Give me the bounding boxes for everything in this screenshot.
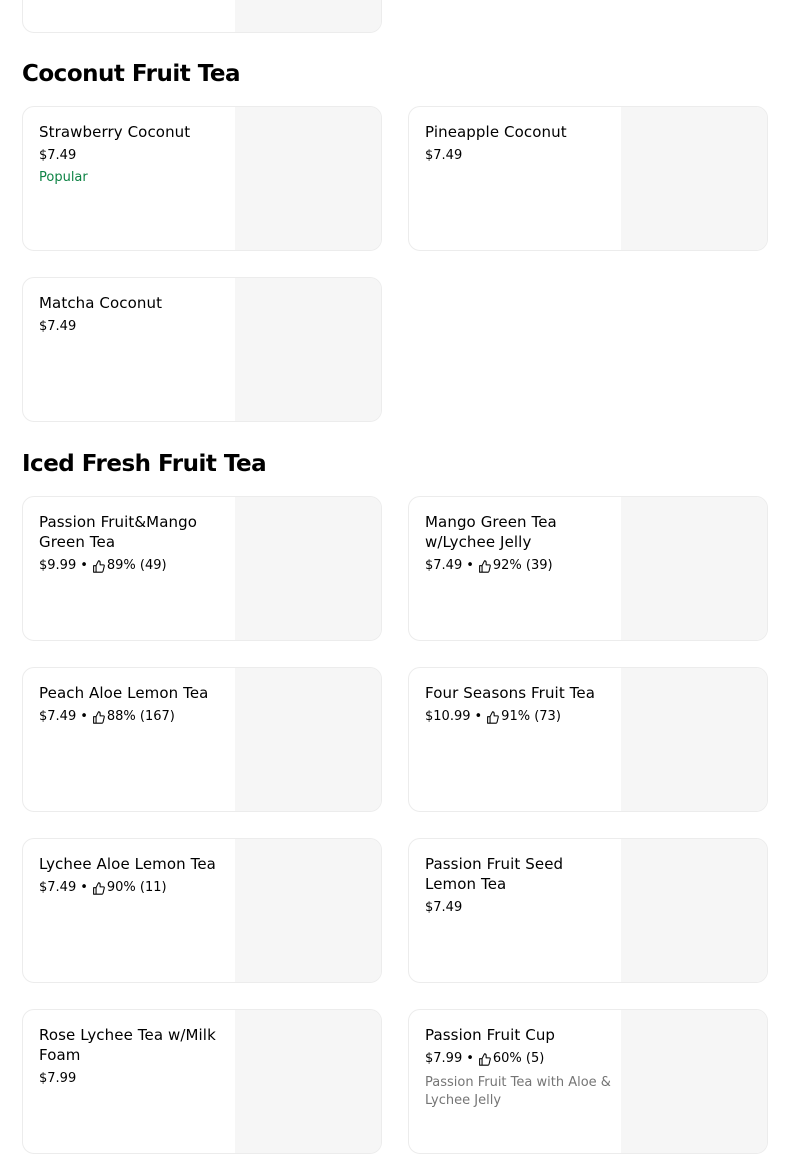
menu-item-card-partial[interactable] [22, 0, 382, 33]
menu-item-card[interactable]: Passion Fruit Seed Lemon Tea $7.49 [408, 838, 768, 983]
item-meta: $7.49 [425, 147, 615, 165]
item-image-placeholder [235, 839, 381, 982]
item-price: $7.99 [425, 1051, 463, 1066]
menu-item-card[interactable]: Lychee Aloe Lemon Tea $7.49 • 90% (11) [22, 838, 382, 983]
item-image-placeholder [235, 668, 381, 811]
item-price: $10.99 [425, 709, 471, 724]
item-meta: $7.49 [39, 147, 229, 165]
item-image-placeholder [235, 0, 381, 32]
item-meta: $7.49 • 88% (167) [39, 708, 229, 726]
menu-item-card[interactable]: Matcha Coconut $7.49 [22, 277, 382, 422]
menu-item-card[interactable]: Pineapple Coconut $7.49 [408, 106, 768, 251]
item-rating: 91% (73) [501, 709, 561, 724]
thumbs-up-icon [92, 881, 105, 895]
thumbs-up-icon [92, 559, 105, 573]
item-meta: $7.49 • 90% (11) [39, 879, 229, 897]
item-rating: 92% (39) [492, 558, 553, 573]
separator-dot: • [80, 558, 88, 573]
menu-item-card[interactable]: Mango Green Tea w/Lychee Jelly $7.49 • 9… [408, 496, 768, 641]
item-meta: $7.49 [39, 318, 229, 336]
item-meta: $7.49 [425, 899, 615, 917]
menu-item-card[interactable]: Peach Aloe Lemon Tea $7.49 • 88% (167) [22, 667, 382, 812]
thumbs-up-icon [92, 710, 105, 724]
item-price: $7.49 [39, 319, 77, 334]
item-meta: $7.99 • 60% (5) [425, 1050, 615, 1068]
item-name: Strawberry Coconut [39, 123, 191, 141]
item-name: Rose Lychee Tea w/Milk Foam [39, 1026, 216, 1064]
separator-dot: • [80, 880, 88, 895]
item-description: Passion Fruit Tea with Aloe & Lychee Jel… [425, 1075, 611, 1108]
item-name: Mango Green Tea w/Lychee Jelly [425, 513, 557, 551]
item-meta: $7.49 • 92% (39) [425, 557, 615, 575]
item-rating: 88% (167) [106, 709, 175, 724]
item-price: $7.49 [39, 880, 77, 895]
separator-dot: • [466, 558, 474, 573]
item-name: Lychee Aloe Lemon Tea [39, 855, 216, 873]
menu-item-card[interactable]: Strawberry Coconut $7.49 Popular [22, 106, 382, 251]
menu-item-card[interactable]: Four Seasons Fruit Tea $10.99 • 91% (73) [408, 667, 768, 812]
popular-badge: Popular [39, 170, 88, 185]
menu-item-card[interactable]: Rose Lychee Tea w/Milk Foam $7.99 [22, 1009, 382, 1154]
item-meta: $9.99 • 89% (49) [39, 557, 229, 575]
item-rating: 89% (49) [106, 558, 167, 573]
item-image-placeholder [235, 1010, 381, 1153]
item-name: Pineapple Coconut [425, 123, 567, 141]
item-image-placeholder [621, 497, 767, 640]
item-image-placeholder [621, 839, 767, 982]
item-name: Passion Fruit&Mango Green Tea [39, 513, 198, 551]
item-image-placeholder [235, 107, 381, 250]
thumbs-up-icon [487, 710, 500, 724]
separator-dot: • [466, 1051, 474, 1066]
item-name: Passion Fruit Cup [425, 1026, 556, 1044]
section-heading-coconut-fruit-tea: Coconut Fruit Tea [22, 61, 240, 87]
item-name: Four Seasons Fruit Tea [425, 684, 595, 702]
item-meta: $10.99 • 91% (73) [425, 708, 615, 726]
menu-item-card[interactable]: Passion Fruit&Mango Green Tea $9.99 • 89… [22, 496, 382, 641]
item-image-placeholder [235, 497, 381, 640]
item-rating: 60% (5) [492, 1051, 545, 1066]
thumbs-up-icon [478, 559, 491, 573]
item-price: $7.49 [39, 709, 77, 724]
item-price: $7.99 [39, 1071, 77, 1086]
section-heading-iced-fresh-fruit-tea: Iced Fresh Fruit Tea [22, 451, 267, 477]
item-price: $7.49 [425, 148, 463, 163]
item-image-placeholder [235, 278, 381, 421]
separator-dot: • [80, 709, 88, 724]
menu-item-card[interactable]: Passion Fruit Cup $7.99 • 60% (5) Passio… [408, 1009, 768, 1154]
item-price: $7.49 [425, 900, 463, 915]
item-price: $7.49 [425, 558, 463, 573]
item-meta: $7.99 [39, 1070, 229, 1088]
item-image-placeholder [621, 1010, 767, 1153]
thumbs-up-icon [478, 1052, 491, 1066]
item-price: $7.49 [39, 148, 77, 163]
item-image-placeholder [621, 668, 767, 811]
separator-dot: • [474, 709, 483, 724]
item-name: Matcha Coconut [39, 294, 163, 312]
item-rating: 90% (11) [106, 880, 167, 895]
item-price: $9.99 [39, 558, 77, 573]
item-name: Peach Aloe Lemon Tea [39, 684, 209, 702]
item-name: Passion Fruit Seed Lemon Tea [425, 855, 564, 893]
item-image-placeholder [621, 107, 767, 250]
